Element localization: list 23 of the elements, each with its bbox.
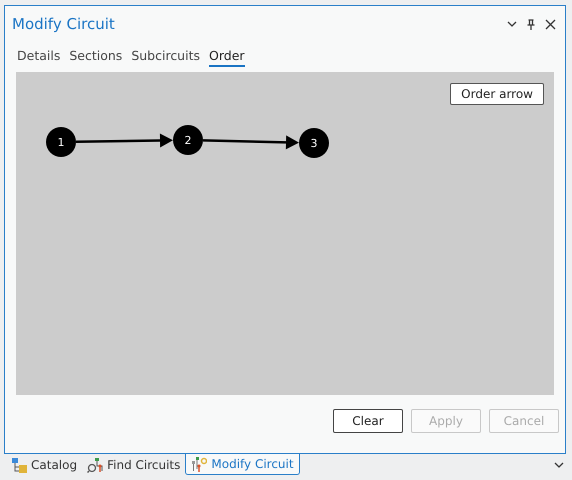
chevron-down-icon[interactable] <box>554 462 564 468</box>
dock-tab[interactable]: Modify Circuit <box>185 454 300 475</box>
pin-icon[interactable] <box>527 18 535 30</box>
dock-tab[interactable]: Find Circuits <box>82 454 186 475</box>
node-label: 1 <box>58 136 64 149</box>
node-circle <box>299 128 329 158</box>
node-label: 3 <box>310 137 318 150</box>
close-icon[interactable] <box>545 18 556 30</box>
circuit-icon <box>191 456 208 472</box>
node-circle <box>46 127 76 157</box>
tab[interactable]: Subcircuits <box>131 48 200 65</box>
catalog-icon <box>11 456 27 472</box>
node-circle <box>173 125 203 155</box>
dock-tab[interactable]: Catalog <box>6 454 82 475</box>
tab[interactable]: Order <box>209 48 245 67</box>
order-arrow-button[interactable]: Order arrow <box>450 83 544 105</box>
search-icon <box>87 456 104 472</box>
node-label: 2 <box>184 134 192 147</box>
chevron-down-icon[interactable] <box>507 21 517 27</box>
action-button[interactable]: Clear <box>333 409 403 433</box>
window-title: Modify Circuit <box>12 15 115 33</box>
tab[interactable]: Details <box>17 48 60 65</box>
tab[interactable]: Sections <box>69 48 122 65</box>
